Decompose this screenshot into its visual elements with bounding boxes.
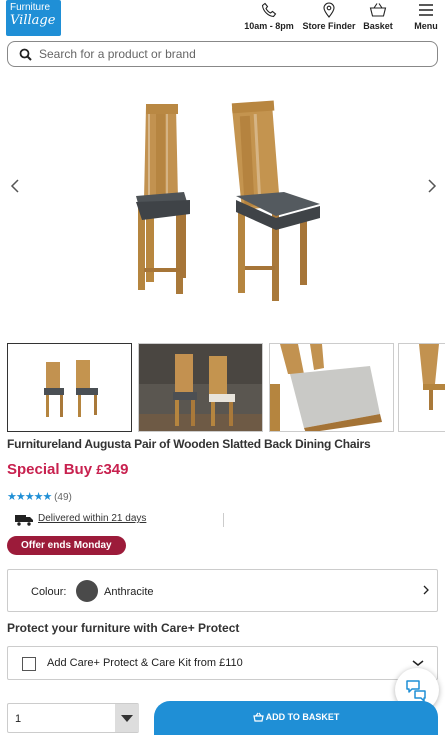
product-main-image (136, 100, 320, 301)
price-value: 349 (103, 461, 129, 478)
delivery-truck-icon (15, 515, 33, 526)
offer-badge: Offer ends Monday (7, 536, 126, 555)
chevron-right-icon[interactable] (421, 176, 441, 196)
colour-selector[interactable]: Colour: Anthracite (7, 569, 438, 612)
phone-hours-label: 10am - 8pm (244, 21, 294, 31)
thumbnail-strip (7, 343, 445, 433)
thumbnail-2[interactable] (138, 343, 263, 432)
basket-icon (369, 3, 387, 17)
chevron-left-icon[interactable] (6, 176, 26, 196)
search-bar[interactable]: Search for a product or brand (7, 41, 438, 67)
quantity-value: 1 (15, 713, 22, 725)
care-protect-checkbox[interactable] (22, 657, 36, 671)
thumbnail-1[interactable] (7, 343, 132, 432)
care-protect-label: Add Care+ Protect & Care Kit from £110 (47, 657, 243, 669)
thumbnail-image (270, 344, 382, 431)
thumbnail-image (44, 360, 98, 417)
delivery-link[interactable]: Delivered within 21 days (38, 513, 146, 524)
quantity-dropdown[interactable] (115, 704, 139, 732)
search-icon (19, 48, 32, 61)
rating-count: (49) (54, 492, 72, 503)
colour-value: Anthracite (104, 586, 154, 598)
basket-icon (252, 712, 264, 722)
thumbnail-3[interactable] (269, 343, 394, 432)
phone-link[interactable]: 10am - 8pm (243, 2, 295, 31)
add-to-basket-button[interactable]: ADD TO BASKET (154, 701, 438, 735)
location-pin-icon (323, 2, 335, 18)
price-label: Special Buy (7, 461, 93, 478)
brand-logo[interactable]: Furniture Village (6, 0, 61, 36)
site-header: Furniture Village 10am - 8pm Store Finde… (0, 0, 445, 38)
protect-heading: Protect your furniture with Care+ Protec… (7, 621, 240, 635)
thumbnail-image (139, 344, 262, 431)
colour-swatch (76, 580, 98, 602)
chat-bubbles-icon (406, 680, 426, 702)
product-title: Furnitureland Augusta Pair of Wooden Sla… (7, 437, 371, 451)
store-finder-link[interactable]: Store Finder (301, 2, 357, 31)
thumbnail-image (419, 344, 445, 410)
phone-icon (261, 2, 277, 18)
product-image-carousel[interactable] (0, 78, 445, 333)
chevron-down-icon[interactable] (411, 658, 425, 668)
colour-label: Colour: (31, 586, 67, 598)
basket-label: Basket (363, 21, 393, 31)
basket-link[interactable]: Basket (360, 2, 396, 31)
menu-button[interactable]: Menu (410, 2, 442, 31)
menu-label: Menu (414, 21, 438, 31)
care-protect-option[interactable]: Add Care+ Protect & Care Kit from £110 (7, 646, 438, 680)
add-to-basket-label: ADD TO BASKET (265, 712, 340, 722)
hamburger-menu-icon (419, 4, 433, 16)
delivery-info[interactable]: Delivered within 21 days (14, 513, 224, 527)
chevron-right-icon (423, 585, 429, 595)
caret-down-icon (121, 715, 133, 722)
product-price: Special Buy £349 (7, 461, 128, 478)
store-finder-label: Store Finder (302, 21, 356, 31)
rating-stars: ★★★★★ (7, 491, 52, 503)
logo-text-line1: Furniture (10, 2, 51, 13)
logo-text-line2: Village (10, 13, 56, 28)
product-rating[interactable]: ★★★★★ (49) (7, 490, 72, 503)
search-input[interactable]: Search for a product or brand (39, 47, 196, 61)
quantity-select[interactable]: 1 (7, 703, 139, 733)
thumbnail-4[interactable] (398, 343, 445, 432)
